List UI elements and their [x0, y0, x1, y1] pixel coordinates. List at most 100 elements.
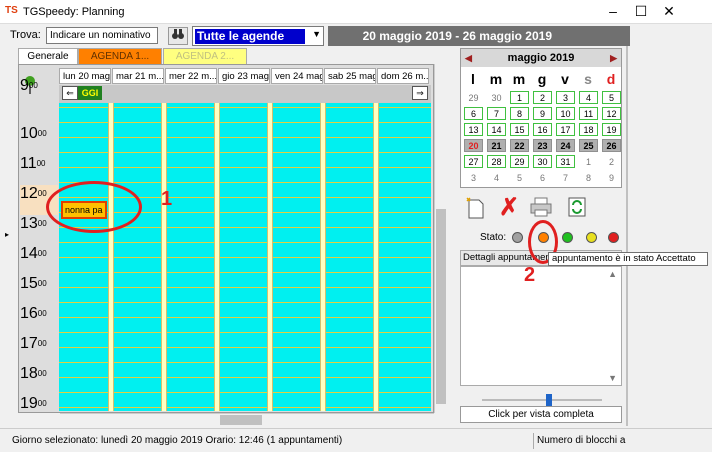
next-month-button[interactable]: ▶ [610, 49, 617, 67]
calendar-day[interactable]: 24 [556, 139, 575, 152]
binoculars-search-button[interactable] [168, 27, 188, 45]
calendar-day[interactable]: 11 [579, 107, 598, 120]
calendar-day[interactable]: 12 [602, 107, 621, 120]
calendar-day[interactable]: 5 [602, 91, 621, 104]
vertical-scrollbar[interactable] [434, 64, 446, 413]
calendar-day[interactable]: 1 [579, 155, 598, 168]
day-header[interactable]: dom 26 m... [377, 68, 429, 84]
delete-button[interactable]: ✗ [496, 196, 522, 222]
hour-label: 1500 [20, 275, 58, 305]
calendar-day[interactable]: 5 [510, 171, 529, 184]
calendar-day[interactable]: 13 [464, 123, 483, 136]
tab-generale[interactable]: Generale [18, 48, 78, 64]
calendar-day[interactable]: 6 [533, 171, 552, 184]
zoom-slider[interactable] [482, 394, 602, 406]
day-header[interactable]: mar 21 m... [112, 68, 164, 84]
calendar-day[interactable]: 7 [556, 171, 575, 184]
calendar-day[interactable]: 10 [556, 107, 575, 120]
calendar-day[interactable]: 8 [579, 171, 598, 184]
calendar-day[interactable]: 22 [510, 139, 529, 152]
day-header[interactable]: mer 22 m... [165, 68, 217, 84]
status-dot-yellow[interactable] [586, 232, 597, 243]
calendar-month-label: maggio 2019 [507, 52, 575, 64]
tab-agenda-1[interactable]: AGENDA 1... [78, 48, 162, 64]
hour-label: 1000 [20, 125, 58, 155]
minute-value: 00 [37, 399, 47, 408]
prev-week-button[interactable]: ⇐ [62, 86, 78, 100]
status-dot-red[interactable] [608, 232, 619, 243]
status-dot-green[interactable] [562, 232, 573, 243]
calendar-day[interactable]: 9 [602, 171, 621, 184]
print-button[interactable] [528, 196, 554, 222]
search-label: Trova: [10, 29, 41, 41]
calendar-day[interactable]: 26 [602, 139, 621, 152]
calendar-day[interactable]: 6 [464, 107, 483, 120]
calendar-day[interactable]: 4 [487, 171, 506, 184]
weekday-label: m [512, 71, 526, 87]
day-header[interactable]: ven 24 mag [271, 68, 323, 84]
day-header[interactable]: lun 20 mag [59, 68, 111, 84]
day-separator [161, 103, 167, 411]
tab-agenda-2[interactable]: AGENDA 2... [163, 48, 247, 64]
scroll-thumb[interactable] [436, 209, 446, 404]
weekday-label: s [584, 71, 592, 87]
calendar-day[interactable]: 3 [464, 171, 483, 184]
calendar-day[interactable]: 20 [464, 139, 483, 152]
calendar-day[interactable]: 31 [556, 155, 575, 168]
calendar-day[interactable]: 8 [510, 107, 529, 120]
calendar-day[interactable]: 25 [579, 139, 598, 152]
calendar-day[interactable]: 17 [556, 123, 575, 136]
status-dot-grey[interactable] [512, 232, 523, 243]
calendar-day[interactable]: 21 [487, 139, 506, 152]
today-button[interactable]: GGI [78, 86, 102, 100]
title-bar: TS TGSpeedy: Planning – ☐ ✕ [0, 0, 712, 24]
day-header[interactable]: gio 23 mag [218, 68, 270, 84]
hour-label: 1900 [20, 395, 58, 412]
scroll-up-icon[interactable]: ▲ [608, 269, 617, 279]
scroll-thumb[interactable] [220, 415, 262, 425]
agenda-select[interactable]: Tutte le agende ▼ [192, 26, 324, 46]
calendar-day[interactable]: 18 [579, 123, 598, 136]
calendar-day[interactable]: 29 [510, 155, 529, 168]
calendar-day[interactable]: 28 [487, 155, 506, 168]
status-tooltip: appuntamento è in stato Accettato [548, 252, 708, 266]
minimize-button[interactable]: – [599, 0, 627, 24]
search-input[interactable]: Indicare un nominativo [46, 27, 158, 44]
calendar-day[interactable]: 3 [556, 91, 575, 104]
annotation-number-1: 1 [161, 188, 173, 210]
maximize-button[interactable]: ☐ [627, 0, 655, 24]
calendar-day[interactable]: 2 [533, 91, 552, 104]
weekday-label: m [489, 71, 503, 87]
schedule-body[interactable] [59, 103, 431, 411]
calendar-day[interactable]: 1 [510, 91, 529, 104]
hour-value: 9 [20, 77, 29, 94]
prev-month-button[interactable]: ◀ [465, 49, 472, 67]
calendar-day[interactable]: 9 [533, 107, 552, 120]
weekday-label: v [561, 71, 569, 87]
chevron-down-icon: ▼ [312, 29, 321, 39]
day-header[interactable]: sab 25 mag [324, 68, 376, 84]
calendar-day[interactable]: 27 [464, 155, 483, 168]
calendar-day[interactable]: 23 [533, 139, 552, 152]
details-textarea[interactable]: ▲ ▼ [460, 266, 622, 386]
slider-knob[interactable] [546, 394, 552, 406]
calendar-day[interactable]: 7 [487, 107, 506, 120]
next-week-button[interactable]: ⇒ [412, 86, 428, 100]
new-appointment-button[interactable] [462, 196, 488, 222]
calendar-day[interactable]: 30 [533, 155, 552, 168]
calendar-day[interactable]: 15 [510, 123, 529, 136]
scroll-down-icon[interactable]: ▼ [608, 373, 617, 383]
calendar-day[interactable]: 4 [579, 91, 598, 104]
hour-value: 15 [20, 275, 38, 292]
calendar-day[interactable]: 2 [602, 155, 621, 168]
calendar-day[interactable]: 29 [464, 91, 483, 104]
full-view-button[interactable]: Click per vista completa [460, 406, 622, 423]
close-button[interactable]: ✕ [655, 0, 683, 24]
refresh-button[interactable] [564, 196, 590, 222]
calendar-day[interactable]: 14 [487, 123, 506, 136]
horizontal-scrollbar[interactable] [60, 413, 434, 425]
splitter-arrow-icon[interactable]: ▸ [5, 230, 11, 242]
calendar-day[interactable]: 16 [533, 123, 552, 136]
calendar-day[interactable]: 19 [602, 123, 621, 136]
calendar-day[interactable]: 30 [487, 91, 506, 104]
